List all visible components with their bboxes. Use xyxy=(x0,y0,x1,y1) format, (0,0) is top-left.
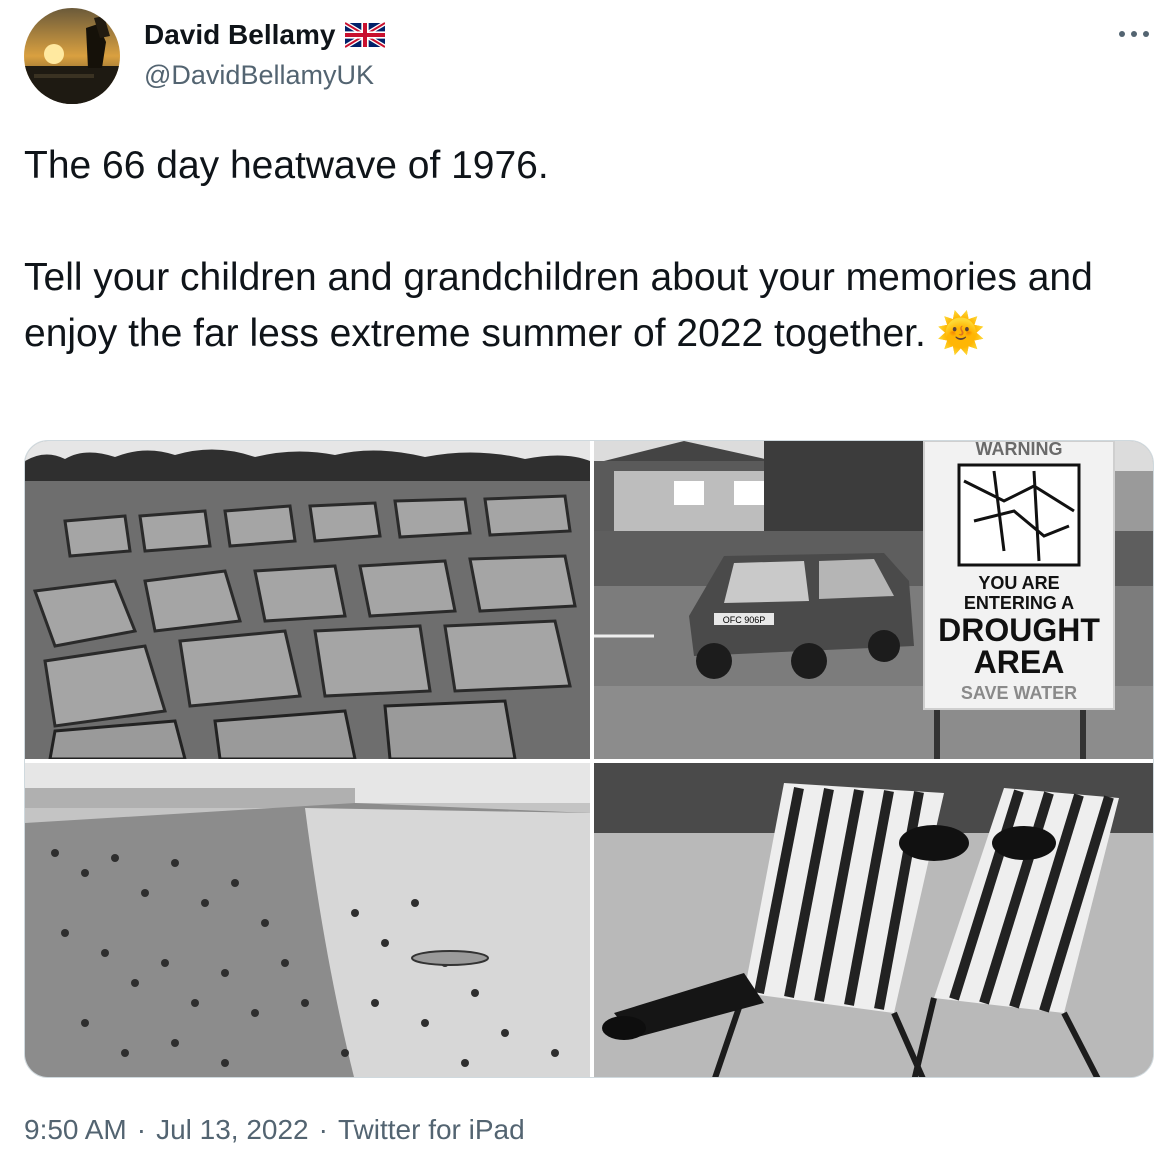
photo-cracked-earth[interactable] xyxy=(25,441,590,759)
uk-flag-icon xyxy=(344,20,387,50)
sunset-avatar-image xyxy=(24,8,120,104)
sign-warning-text: WARNING xyxy=(976,441,1063,459)
avatar[interactable] xyxy=(24,8,120,104)
car: OFC 906P xyxy=(689,553,914,679)
author-display-name[interactable]: David Bellamy xyxy=(144,18,335,52)
tweet-line-1: The 66 day heatwave of 1976. xyxy=(24,144,549,187)
tweet-date[interactable]: Jul 13, 2022 xyxy=(156,1112,309,1148)
sign-line-5: SAVE WATER xyxy=(961,683,1077,703)
tweet-meta: 9:50 AM · Jul 13, 2022 · Twitter for iPa… xyxy=(24,1112,525,1148)
more-options-icon[interactable] xyxy=(1114,22,1154,46)
media-grid: OFC 906P WARNING YOU ARE ENTERING A DROU… xyxy=(24,440,1154,1078)
tweet-line-2-text: Tell your children and grandchildren abo… xyxy=(24,256,1093,355)
photo-drought-sign[interactable]: OFC 906P WARNING YOU ARE ENTERING A DROU… xyxy=(594,441,1153,759)
meta-separator: · xyxy=(136,1114,147,1145)
car-plate: OFC 906P xyxy=(723,615,766,625)
photo-crowded-beach[interactable] xyxy=(25,763,590,1077)
sign-line-1: YOU ARE xyxy=(978,573,1059,593)
photo-deck-chairs[interactable] xyxy=(594,763,1153,1077)
sign-line-2: ENTERING A xyxy=(964,593,1074,613)
tweet-source[interactable]: Twitter for iPad xyxy=(338,1112,525,1148)
tweet-time[interactable]: 9:50 AM xyxy=(24,1112,127,1148)
tweet-line-2: Tell your children and grandchildren abo… xyxy=(24,250,1144,362)
author-handle[interactable]: @DavidBellamyUK xyxy=(144,58,374,92)
sign-line-4: AREA xyxy=(974,644,1065,680)
tweet-text: The 66 day heatwave of 1976. Tell your c… xyxy=(24,138,1144,362)
sun-emoji-icon: 🌞 xyxy=(936,312,986,355)
meta-separator: · xyxy=(318,1114,328,1145)
sign-line-3: DROUGHT xyxy=(938,612,1100,648)
